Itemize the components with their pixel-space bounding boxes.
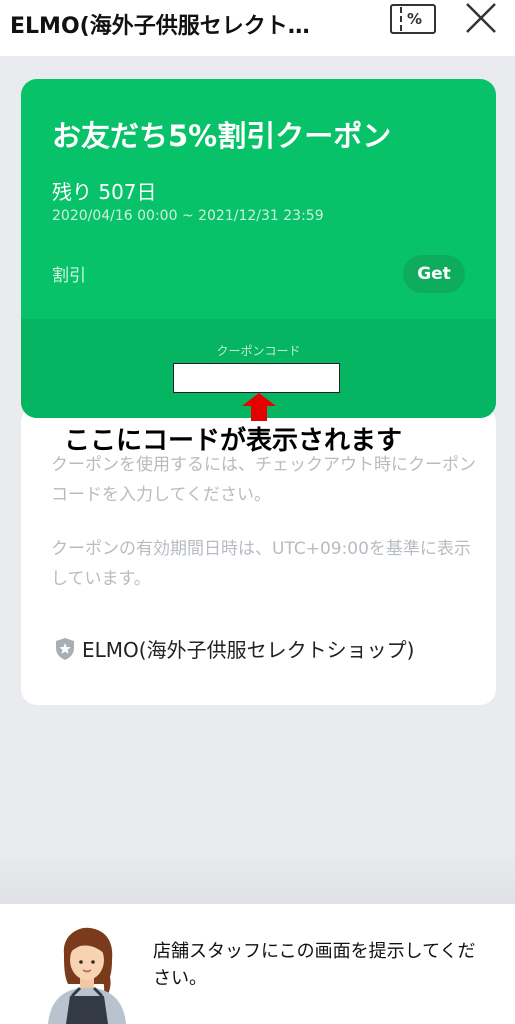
coupon-type-label: 割引: [52, 266, 86, 286]
coupon-code-label: クーポンコード: [216, 344, 301, 358]
staff-avatar: [48, 927, 126, 1024]
coupon-icon-percent: %: [407, 10, 423, 28]
shop-link[interactable]: ELMO(海外子供服セレクトショップ): [54, 634, 414, 663]
app-header: ELMO(海外子供服セレクト… %: [0, 0, 515, 56]
code-annotation: ここにコードが表示されます: [64, 426, 403, 456]
validity-period: 2020/04/16 00:00 ~ 2021/12/31 23:59: [52, 208, 324, 224]
staff-panel: 店舗スタッフにこの画面を提示してください。: [0, 904, 515, 1024]
get-button[interactable]: Get: [403, 255, 465, 293]
coupon-title: お友だち5%割引クーポン: [52, 119, 392, 153]
usage-note: クーポンを使用するには、チェックアウト時にクーポンコードを入力してください。: [51, 455, 476, 505]
staff-message: 店舗スタッフにこの画面を提示してください。: [153, 941, 476, 989]
red-up-arrow-icon: [242, 393, 276, 421]
coupon-code-box[interactable]: [173, 363, 340, 393]
timezone-note: クーポンの有効期間日時は、UTC+09:00を基準に表示しています。: [51, 539, 471, 589]
coupon-card: お友だち5%割引クーポン 残り 507日 2020/04/16 00:00 ~ …: [21, 79, 496, 418]
bottom-fade: [0, 850, 515, 904]
remaining-days: 残り 507日: [52, 180, 157, 204]
coupon-ticket-icon[interactable]: %: [390, 4, 436, 34]
close-icon[interactable]: [464, 1, 498, 35]
shield-star-icon: [56, 637, 74, 660]
page-title: ELMO(海外子供服セレクト…: [10, 14, 310, 39]
shop-name: ELMO(海外子供服セレクトショップ): [82, 638, 415, 662]
